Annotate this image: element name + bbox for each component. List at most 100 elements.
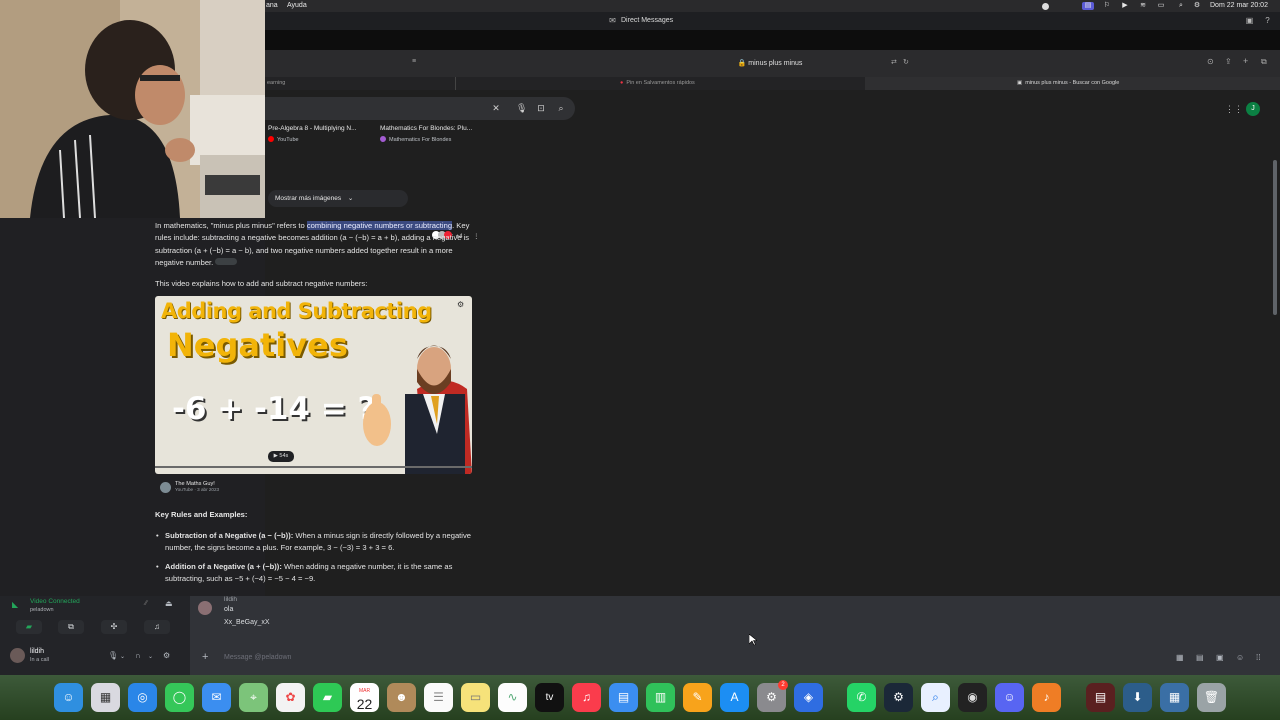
launchpad-icon[interactable]: ▦ <box>91 683 120 712</box>
recent-document-icon[interactable]: ▤ <box>1086 683 1115 712</box>
video-thumbnail[interactable]: Adding and Subtracting Negatives -6 + -1… <box>155 296 472 474</box>
clear-search-icon[interactable]: ✕ <box>491 103 501 113</box>
search-icon[interactable]: ⌕ <box>556 103 566 113</box>
overview-highlight[interactable]: combining negative numbers or subtractin… <box>306 221 453 230</box>
reminders-icon[interactable]: ☰ <box>424 683 453 712</box>
battery-icon[interactable]: ▭ <box>1157 2 1165 10</box>
settings-icon[interactable]: ⚙ <box>457 300 464 309</box>
sticker-icon[interactable]: ▣ <box>1216 653 1224 662</box>
new-tab-icon[interactable]: + <box>1243 56 1248 66</box>
soundboard-button[interactable]: ♫ <box>144 620 170 634</box>
address-bar[interactable]: 🔒 minus plus minus <box>620 57 920 70</box>
inbox-icon[interactable]: ▣ <box>1245 16 1254 25</box>
calendar-icon[interactable]: MAR 22 <box>350 683 379 712</box>
fl-studio-icon[interactable]: ♪ <box>1032 683 1061 712</box>
video-result-2[interactable]: Mathematics For Blondes: Plu... Mathemat… <box>380 125 488 144</box>
tab-overview-icon[interactable]: ⧉ <box>1261 57 1267 67</box>
keynote-icon[interactable]: ▤ <box>609 683 638 712</box>
pages-icon[interactable]: ✎ <box>683 683 712 712</box>
lock-icon: 🔒 <box>737 60 747 67</box>
user-name[interactable]: lildih <box>30 648 44 655</box>
record-indicator-icon[interactable] <box>1042 3 1049 10</box>
music-icon[interactable]: ♫ <box>572 683 601 712</box>
activities-button[interactable]: ✣ <box>101 620 127 634</box>
microphone-icon[interactable]: 🎙 <box>516 103 527 113</box>
video-duration[interactable]: ▶ 54s <box>268 451 294 462</box>
pin-icon[interactable]: ⚐ <box>1103 2 1111 10</box>
voice-status[interactable]: Video Connected <box>30 598 80 605</box>
google-search-box[interactable]: ✕ 🎙 ⊡ ⌕ <box>265 97 575 120</box>
help-icon[interactable]: ? <box>1263 16 1272 25</box>
more-images-button[interactable]: Mostrar más imágenes ⌄ <box>268 190 408 207</box>
apps-icon[interactable]: ⁞⁞ <box>1256 653 1260 662</box>
trash-icon[interactable]: 🗑 <box>1197 683 1226 712</box>
folder-stack-icon[interactable]: ▦ <box>1160 683 1189 712</box>
facetime-icon[interactable]: ▰ <box>313 683 342 712</box>
whatsapp-icon[interactable]: ✆ <box>847 683 876 712</box>
search-icon[interactable]: ⌕ <box>1177 2 1185 10</box>
signal-icon[interactable]: ◣ <box>12 600 18 609</box>
download-icon[interactable]: ⊙ <box>1207 57 1214 66</box>
camera-button[interactable]: ▰ <box>16 620 42 634</box>
maps-icon[interactable]: ⌖ <box>239 683 268 712</box>
sidebar-icon[interactable]: ≡ <box>412 58 416 65</box>
link-chip-icon[interactable] <box>215 258 238 266</box>
lens-icon[interactable]: ⊡ <box>536 103 546 113</box>
gif-icon[interactable]: ▤ <box>1196 653 1204 662</box>
screen-share-icon[interactable]: ▤ <box>1082 2 1094 10</box>
emoji-icon[interactable]: ☺ <box>1236 653 1244 662</box>
screen-share-button[interactable]: ⧉ <box>58 620 84 634</box>
message-input[interactable]: Message @peladown <box>224 654 291 661</box>
tab-1[interactable]: earning <box>265 77 455 90</box>
reload-icon[interactable]: ↻ <box>903 58 909 66</box>
freeform-icon[interactable]: ∿ <box>498 683 527 712</box>
messages-icon[interactable]: ◯ <box>165 683 194 712</box>
roblox-icon[interactable]: ◈ <box>794 683 823 712</box>
control-center-icon[interactable]: ⚙ <box>1193 2 1201 10</box>
wifi-icon[interactable]: ≋ <box>1139 2 1147 10</box>
headphones-icon[interactable]: ∩ <box>135 651 141 660</box>
video-intro: This video explains how to add and subtr… <box>155 279 368 288</box>
discord-icon[interactable]: ☺ <box>995 683 1024 712</box>
disconnect-icon[interactable]: ⏏ <box>165 599 173 608</box>
share-icon[interactable]: ⇪ <box>1225 57 1232 66</box>
gear-icon[interactable]: ⚙ <box>163 651 170 660</box>
mail-icon[interactable]: ✉ <box>202 683 231 712</box>
play-icon[interactable]: ▶ <box>1121 2 1129 10</box>
translate-icon[interactable]: ⇄ <box>891 58 897 66</box>
chevron-down-icon[interactable]: ⌄ <box>148 653 153 660</box>
account-avatar[interactable]: J <box>1246 102 1260 116</box>
chrome-search-icon[interactable]: ⌕ <box>921 683 950 712</box>
gift-icon[interactable]: ▦ <box>1176 653 1184 662</box>
chevron-down-icon[interactable]: ⌄ <box>120 653 125 660</box>
steam-icon[interactable]: ⚙ <box>884 683 913 712</box>
google-apps-icon[interactable]: ⋮⋮ <box>1225 104 1243 115</box>
obs-icon[interactable]: ◉ <box>958 683 987 712</box>
noise-suppression-icon[interactable]: ∕∕ <box>145 600 147 607</box>
message-author[interactable]: lildih <box>224 596 237 603</box>
browser-toolbar: ≡ 🔒 minus plus minus ⇄ ↻ ⊙ ⇪ + ⧉ <box>265 50 1280 77</box>
clock[interactable]: Dom 22 mar 20:02 <box>1210 2 1268 9</box>
apple-tv-icon[interactable]: tv <box>535 683 564 712</box>
menu-item-window[interactable]: ana <box>266 2 278 9</box>
system-settings-icon[interactable]: ⚙ 2 <box>757 680 788 712</box>
photos-icon[interactable]: ✿ <box>276 683 305 712</box>
menu-item-help[interactable]: Ayuda <box>287 2 307 9</box>
contacts-icon[interactable]: ☻ <box>387 683 416 712</box>
avatar[interactable] <box>10 648 25 663</box>
scrollbar[interactable] <box>1273 160 1277 315</box>
avatar[interactable] <box>198 601 212 615</box>
tab-3-active[interactable]: ▣ minus plus minus - Buscar con Google <box>865 77 1280 90</box>
video-result-1[interactable]: Pre-Algebra 8 - Multiplying N... YouTube <box>268 125 376 144</box>
safari-icon[interactable]: ◎ <box>128 683 157 712</box>
video-channel[interactable]: The Maths Guy! YouTube · 3 abr 2023 <box>160 481 219 494</box>
more-options-icon[interactable]: ⋮ <box>473 234 479 240</box>
microphone-icon[interactable]: 🎙 <box>108 651 118 660</box>
tab-2[interactable]: ● Pin en Salvamentos rápidos <box>455 77 865 90</box>
finder-icon[interactable]: ☺ <box>54 683 83 712</box>
downloads-folder-icon[interactable]: ⬇ <box>1123 683 1152 712</box>
numbers-icon[interactable]: ▥ <box>646 683 675 712</box>
attach-icon[interactable]: + <box>202 651 208 663</box>
app-store-icon[interactable]: A <box>720 683 749 712</box>
notes-icon[interactable]: ▭ <box>461 683 490 712</box>
